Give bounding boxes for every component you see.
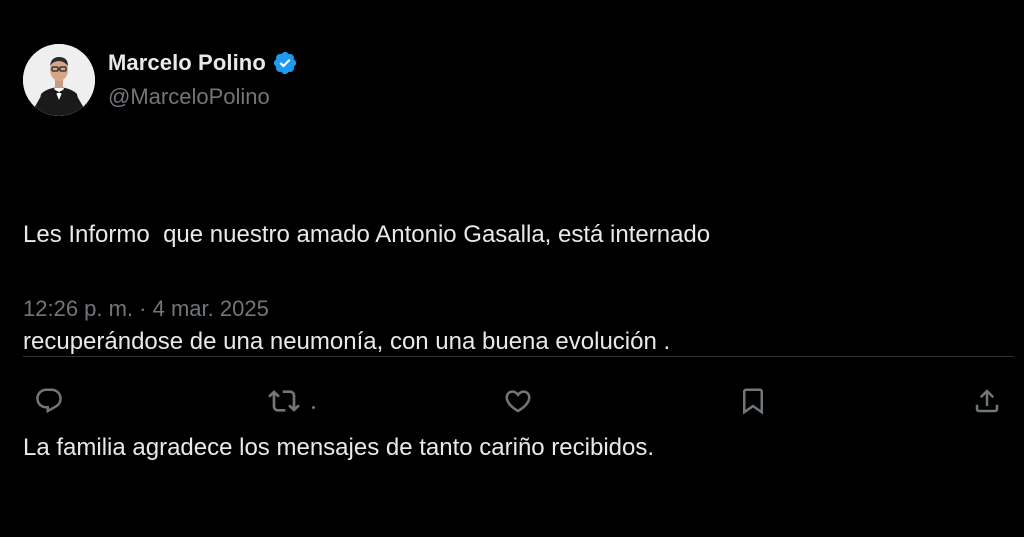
display-name[interactable]: Marcelo Polino	[108, 50, 266, 76]
tweet-text: Les Informo que nuestro amado Antonio Ga…	[23, 146, 1003, 537]
retweet-count-dot	[312, 406, 315, 409]
tweet-timestamp[interactable]: 12:26 p. m. · 4 mar. 2025	[23, 296, 269, 322]
retweet-icon	[268, 385, 300, 417]
tweet-card: Marcelo Polino @MarceloPolino Les Inform…	[0, 0, 1024, 461]
tweet-text-line: recuperándose de una neumonía, con una b…	[23, 327, 671, 355]
author-name-row[interactable]: Marcelo Polino	[108, 48, 298, 78]
bookmark-button[interactable]	[735, 383, 771, 419]
avatar[interactable]	[23, 44, 95, 116]
tweet-text-line: La familia agradece los mensajes de tant…	[23, 434, 655, 461]
avatar-image	[23, 44, 95, 116]
divider	[23, 356, 1014, 357]
author-handle[interactable]: @MarceloPolino	[108, 84, 270, 110]
share-button[interactable]	[969, 383, 1005, 419]
verified-badge-icon[interactable]	[272, 50, 298, 76]
heart-icon	[503, 386, 533, 416]
bookmark-icon	[738, 386, 768, 416]
reply-icon	[34, 386, 64, 416]
retweet-button[interactable]	[266, 383, 302, 419]
tweet-text-line: Les Informo que nuestro amado Antonio Ga…	[23, 221, 711, 248]
like-button[interactable]	[500, 383, 536, 419]
share-icon	[972, 386, 1002, 416]
reply-button[interactable]	[31, 383, 67, 419]
